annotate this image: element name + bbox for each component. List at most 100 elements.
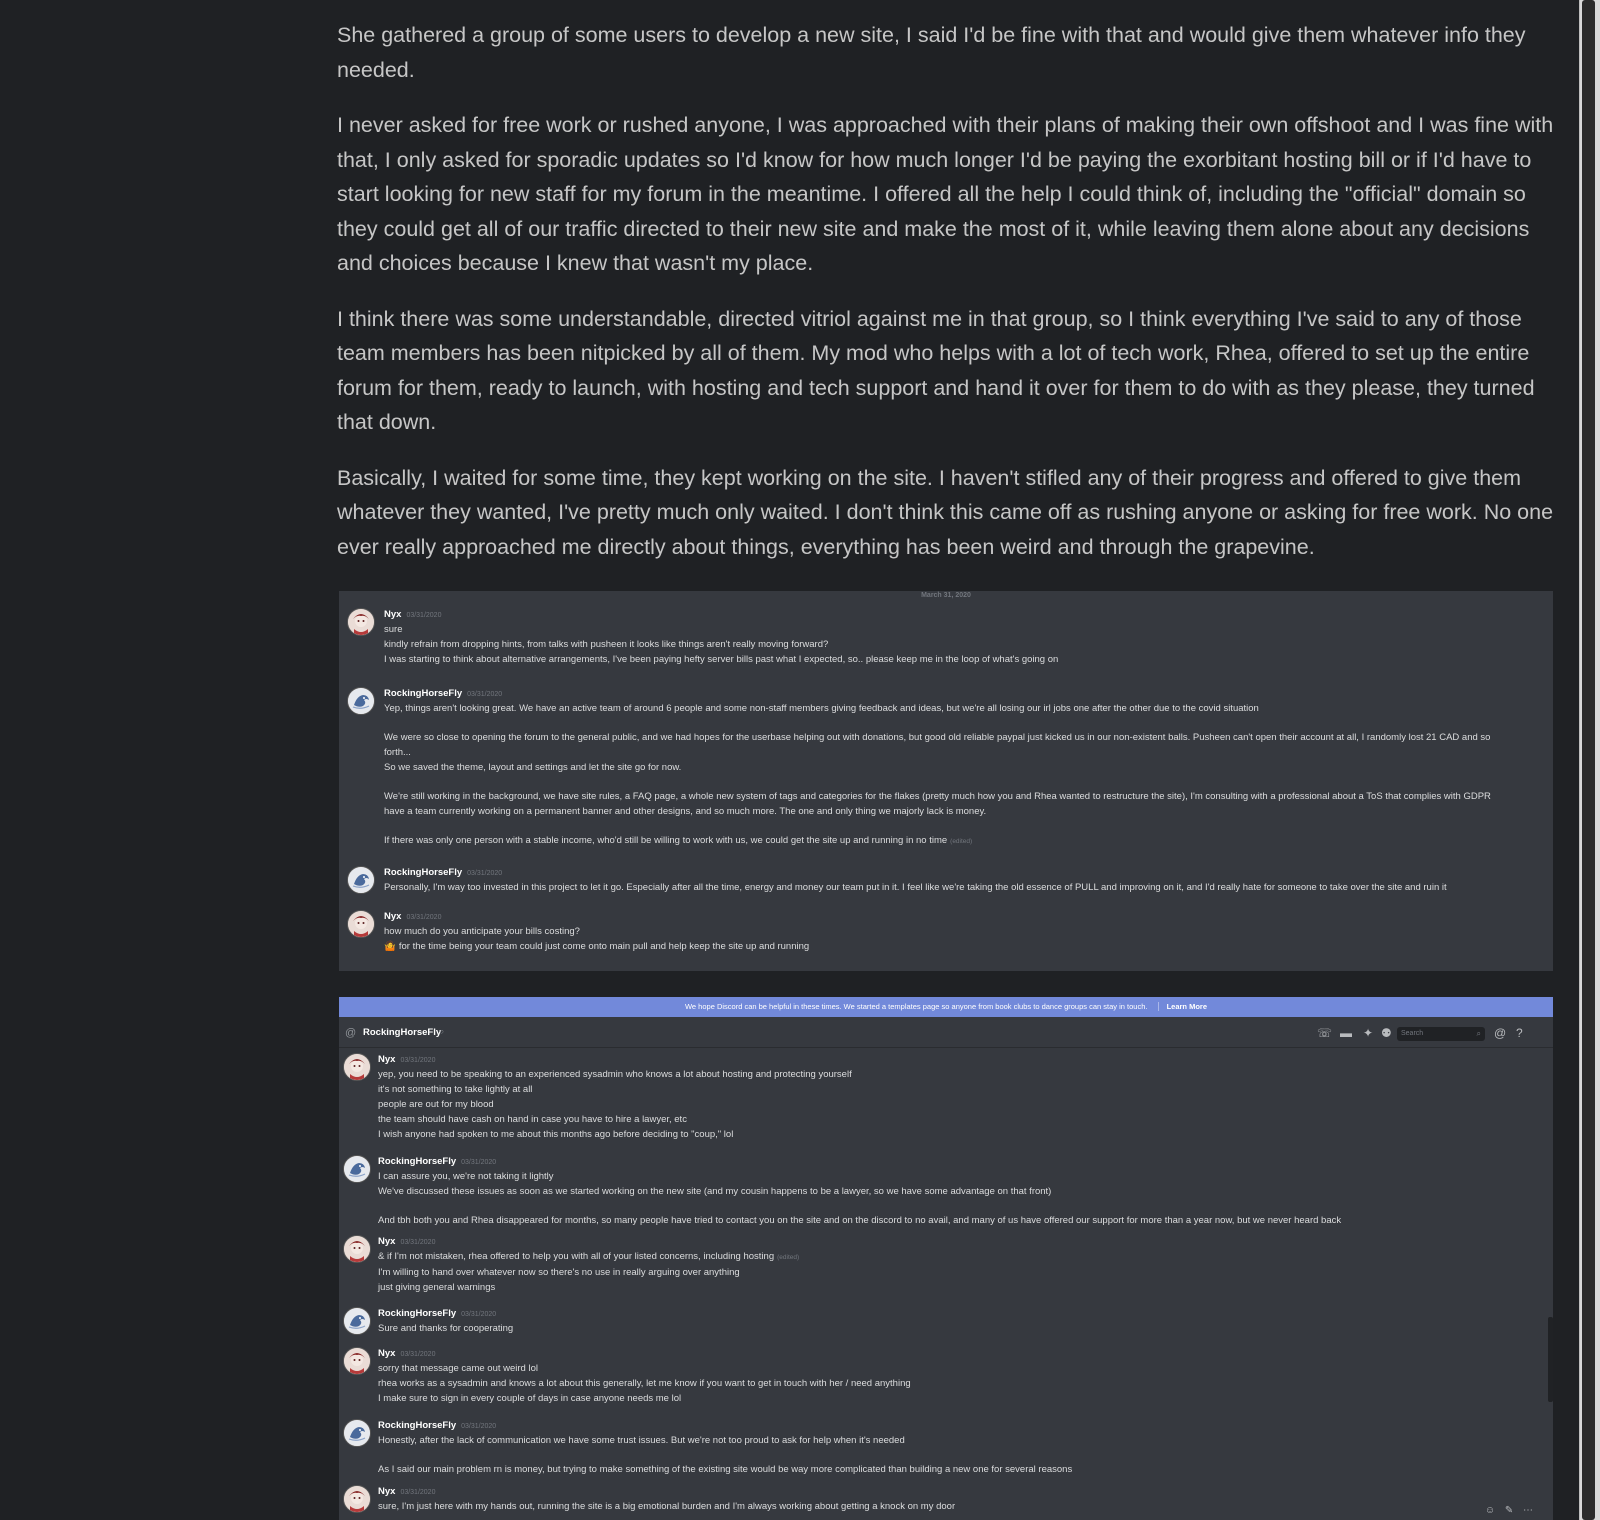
message-text: how much do you anticipate your bills co…	[384, 926, 580, 937]
message-author[interactable]: Nyx	[384, 911, 401, 922]
message-text: just giving general warnings	[378, 1282, 496, 1293]
post-paragraph: She gathered a group of some users to de…	[337, 23, 1526, 82]
message-author[interactable]: Nyx	[378, 1054, 395, 1065]
message-text: sure, I'm just here with my hands out, r…	[378, 1501, 956, 1512]
emoji-icon: 🤷	[384, 941, 396, 952]
post-paragraph: I never asked for free work or rushed an…	[337, 113, 1554, 275]
search-icon: ⌕	[1476, 1029, 1481, 1038]
message-line: sure, I'm just here with my hands out, r…	[378, 1499, 1553, 1514]
message-text: it's not something to take lightly at al…	[378, 1084, 533, 1095]
more-icon[interactable]: ⋯	[1523, 1505, 1533, 1516]
message-author-row: RockingHorseFly 03/31/2020	[378, 1155, 1553, 1169]
message-text: Sure and thanks for cooperating	[378, 1323, 514, 1334]
message-line: kindly refrain from dropping hints, from…	[384, 637, 1553, 652]
message-line: Personally, I'm way too invested in this…	[384, 880, 1553, 895]
rockinghorsefly-avatar-icon[interactable]	[343, 1155, 371, 1183]
message-actions: ☺ ✎ ⋯	[1478, 1505, 1533, 1516]
message-line: yep, you need to be speaking to an exper…	[378, 1067, 1553, 1082]
message-author-row: Nyx 03/31/2020	[384, 910, 1553, 924]
message-text: Honestly, after the lack of communicatio…	[378, 1435, 905, 1446]
help-icon[interactable]: ?	[1516, 1026, 1523, 1040]
message-author[interactable]: RockingHorseFly	[378, 1308, 456, 1319]
message-text: the team should have cash on hand in cas…	[378, 1114, 687, 1125]
discord-banner: We hope Discord can be helpful in these …	[339, 997, 1553, 1017]
message-line: Sure and thanks for cooperating	[378, 1321, 1553, 1336]
video-icon[interactable]: ▬	[1340, 1026, 1352, 1040]
message-text: rhea works as a sysadmin and knows a lot…	[378, 1378, 911, 1389]
date-divider: March 31, 2020	[921, 592, 971, 599]
rockinghorsefly-avatar-icon[interactable]	[343, 1419, 371, 1447]
message-author-row: RockingHorseFly 03/31/2020	[384, 866, 1553, 880]
message-body: RockingHorseFly 03/31/2020 I can assure yo…	[378, 1155, 1553, 1228]
add-reaction-icon[interactable]: ☺	[1485, 1505, 1495, 1516]
message-author[interactable]: RockingHorseFly	[378, 1156, 456, 1167]
message-text: We were so close to opening the forum to…	[384, 732, 1491, 743]
learn-more-link[interactable]: Learn More	[1157, 1002, 1208, 1011]
message-body: Nyx 03/31/2020 & if I'm not mistaken, rhea…	[378, 1235, 1553, 1295]
message-timestamp: 03/31/2020	[406, 612, 442, 619]
message-line: have a team currently working on a perma…	[384, 804, 1553, 819]
channel-header: @ RockingHorseFly ○ ☏ ▬ ✦ ⚉ Search ⌕ @ ?	[339, 1019, 1553, 1048]
message-text: So we saved the theme, layout and settin…	[384, 762, 682, 773]
channel-name: RockingHorseFly	[363, 1027, 442, 1038]
mention-icon[interactable]: @	[1494, 1026, 1506, 1040]
message-timestamp: 03/31/2020	[461, 1159, 497, 1166]
edit-icon[interactable]: ✎	[1505, 1505, 1513, 1516]
message-timestamp: 03/31/2020	[467, 870, 503, 877]
message-line: I was starting to think about alternativ…	[384, 652, 1553, 667]
message-author[interactable]: RockingHorseFly	[378, 1420, 456, 1431]
message-line: 🤷 for the time being your team could just…	[384, 939, 1553, 954]
message-author-row: Nyx 03/31/2020	[378, 1485, 1553, 1499]
add-friend-icon[interactable]: ⚉	[1381, 1026, 1392, 1040]
message-author[interactable]: RockingHorseFly	[384, 867, 462, 878]
rockinghorsefly-avatar-icon[interactable]	[343, 1307, 371, 1335]
nyx-avatar-icon[interactable]	[343, 1485, 371, 1513]
message-author-row: Nyx 03/31/2020	[378, 1235, 1553, 1249]
message-body: Nyx 03/31/2020 how much do you anticipate …	[384, 910, 1553, 954]
message-line: people are out for my blood	[378, 1097, 1553, 1112]
message-author-row: Nyx 03/31/2020	[384, 608, 1553, 622]
edited-label: (edited)	[777, 1254, 800, 1261]
message-line: Yep, things aren't looking great. We hav…	[384, 701, 1553, 716]
nyx-avatar-icon[interactable]	[347, 910, 375, 938]
message-line: So we saved the theme, layout and settin…	[384, 760, 1553, 775]
call-icon[interactable]: ☏	[1317, 1026, 1332, 1040]
message-line: rhea works as a sysadmin and knows a lot…	[378, 1376, 1553, 1391]
message-timestamp: 03/31/2020	[461, 1423, 497, 1430]
message-text: If there was only one person with a stab…	[384, 835, 948, 846]
message-line: Honestly, after the lack of communicatio…	[378, 1433, 1553, 1448]
message-text: I make sure to sign in every couple of d…	[378, 1393, 682, 1404]
banner-text: We hope Discord can be helpful in these …	[684, 1002, 1148, 1011]
at-icon: @	[345, 1027, 357, 1039]
search-input[interactable]: Search ⌕	[1397, 1027, 1485, 1041]
message-line: As I said our main problem rn is money, …	[378, 1462, 1553, 1477]
message-text: sure	[384, 624, 403, 635]
message-body: Nyx 03/31/2020 sure kindly refrain from dro…	[384, 608, 1553, 667]
nyx-avatar-icon[interactable]	[347, 608, 375, 636]
message-author[interactable]: Nyx	[378, 1236, 395, 1247]
pin-icon[interactable]: ✦	[1363, 1026, 1373, 1040]
message-line: If there was only one person with a stab…	[384, 833, 1553, 849]
message-author[interactable]: RockingHorseFly	[384, 688, 462, 699]
message-text: We've discussed these issues as soon as …	[378, 1186, 1052, 1197]
nyx-avatar-icon[interactable]	[343, 1347, 371, 1375]
chat-scrollbar[interactable]	[1548, 1317, 1553, 1402]
rockinghorsefly-avatar-icon[interactable]	[347, 687, 375, 715]
forum-post-body: She gathered a group of some users to de…	[337, 18, 1555, 585]
message-body: RockingHorseFly 03/31/2020 Honestly, after…	[378, 1419, 1553, 1477]
message-author[interactable]: Nyx	[384, 609, 401, 620]
message-timestamp: 03/31/2020	[467, 691, 503, 698]
rockinghorsefly-avatar-icon[interactable]	[347, 866, 375, 894]
page-scrollbar-thumb[interactable]	[1582, 0, 1595, 1520]
message-line: sure	[384, 622, 1553, 637]
message-author[interactable]: Nyx	[378, 1348, 395, 1359]
message-text: for the time being your team could just …	[398, 941, 810, 952]
message-body: Nyx 03/31/2020 yep, you need to be speakin…	[378, 1053, 1553, 1142]
message-author-row: Nyx 03/31/2020	[378, 1053, 1553, 1067]
message-line: how much do you anticipate your bills co…	[384, 924, 1553, 939]
message-author[interactable]: Nyx	[378, 1486, 395, 1497]
search-placeholder: Search	[1401, 1030, 1424, 1037]
nyx-avatar-icon[interactable]	[343, 1053, 371, 1081]
edited-label: (edited)	[950, 838, 973, 845]
nyx-avatar-icon[interactable]	[343, 1235, 371, 1263]
